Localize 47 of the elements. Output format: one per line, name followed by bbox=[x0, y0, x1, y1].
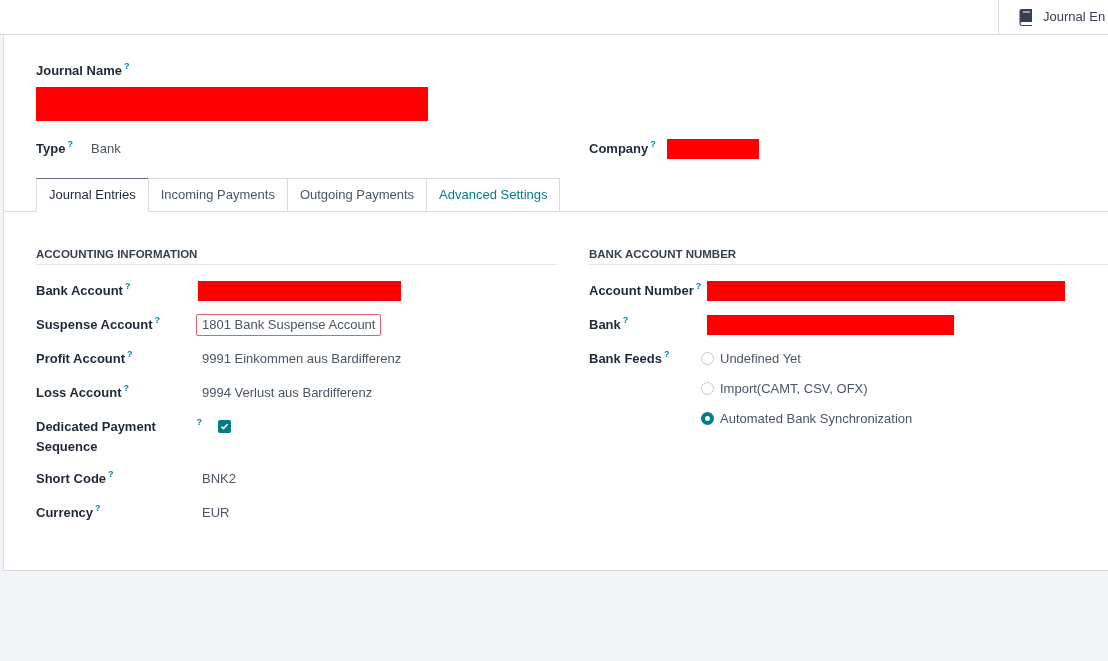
field-label: Journal Name bbox=[36, 62, 122, 80]
option-label[interactable]: Automated Bank Synchronization bbox=[720, 408, 913, 429]
field-value: 9994 Verlust aus Bardifferenz bbox=[202, 383, 373, 402]
input-field[interactable]: 1801 Bank Suspense Account bbox=[196, 313, 382, 336]
field-label: Type bbox=[36, 139, 66, 158]
field-label: Loss Account bbox=[36, 383, 122, 402]
option-label[interactable]: Import(CAMT, CSV, OFX) bbox=[720, 378, 868, 399]
radio-button[interactable] bbox=[701, 382, 714, 395]
field-label: Account Number bbox=[589, 281, 694, 300]
tab[interactable]: Advanced Settings bbox=[426, 177, 561, 212]
field-value: 9991 Einkommen aus Bardifferenz bbox=[202, 349, 402, 368]
field-value: EUR bbox=[202, 503, 230, 522]
book-icon bbox=[1017, 8, 1035, 26]
tab[interactable]: Incoming Payments bbox=[147, 177, 288, 212]
help-mark: ? bbox=[123, 382, 129, 393]
radio-button[interactable] bbox=[701, 352, 714, 365]
section-title: ACCOUNTING INFORMATION bbox=[36, 245, 557, 265]
help-mark: ? bbox=[695, 280, 702, 291]
help-mark: ? bbox=[67, 138, 73, 149]
check-icon bbox=[220, 421, 229, 431]
field-label: Bank bbox=[589, 315, 621, 334]
help-mark: ? bbox=[196, 416, 202, 427]
field-label: Bank Account bbox=[36, 281, 123, 300]
smart-button[interactable]: Journal En bbox=[998, 0, 1108, 34]
field-label: Company bbox=[589, 139, 649, 158]
tab[interactable]: Journal Entries bbox=[36, 177, 149, 212]
help-mark: ? bbox=[108, 468, 114, 479]
help-mark: ? bbox=[664, 348, 670, 359]
field-label: Profit Account bbox=[36, 349, 126, 368]
help-mark: ? bbox=[127, 348, 133, 359]
checkbox[interactable] bbox=[218, 419, 231, 433]
field-label: Bank Feeds bbox=[589, 349, 662, 368]
field-label: Dedicated Payment Sequence bbox=[36, 417, 157, 456]
field-value: Bank bbox=[91, 139, 121, 158]
field-value: BNK2 bbox=[202, 469, 236, 488]
field-label: Currency bbox=[36, 503, 94, 522]
option-label[interactable]: Undefined Yet bbox=[720, 348, 801, 369]
help-mark: ? bbox=[124, 61, 130, 71]
help-mark: ? bbox=[622, 314, 629, 325]
field-label: Short Code bbox=[36, 469, 107, 488]
field-label: Suspense Account bbox=[36, 315, 153, 334]
help-mark: ? bbox=[650, 138, 656, 149]
help-mark: ? bbox=[95, 502, 101, 513]
help-mark: ? bbox=[124, 280, 131, 291]
section-title: BANK ACCOUNT NUMBER bbox=[589, 245, 1108, 265]
radio-button[interactable] bbox=[701, 412, 714, 425]
help-mark: ? bbox=[154, 314, 161, 325]
